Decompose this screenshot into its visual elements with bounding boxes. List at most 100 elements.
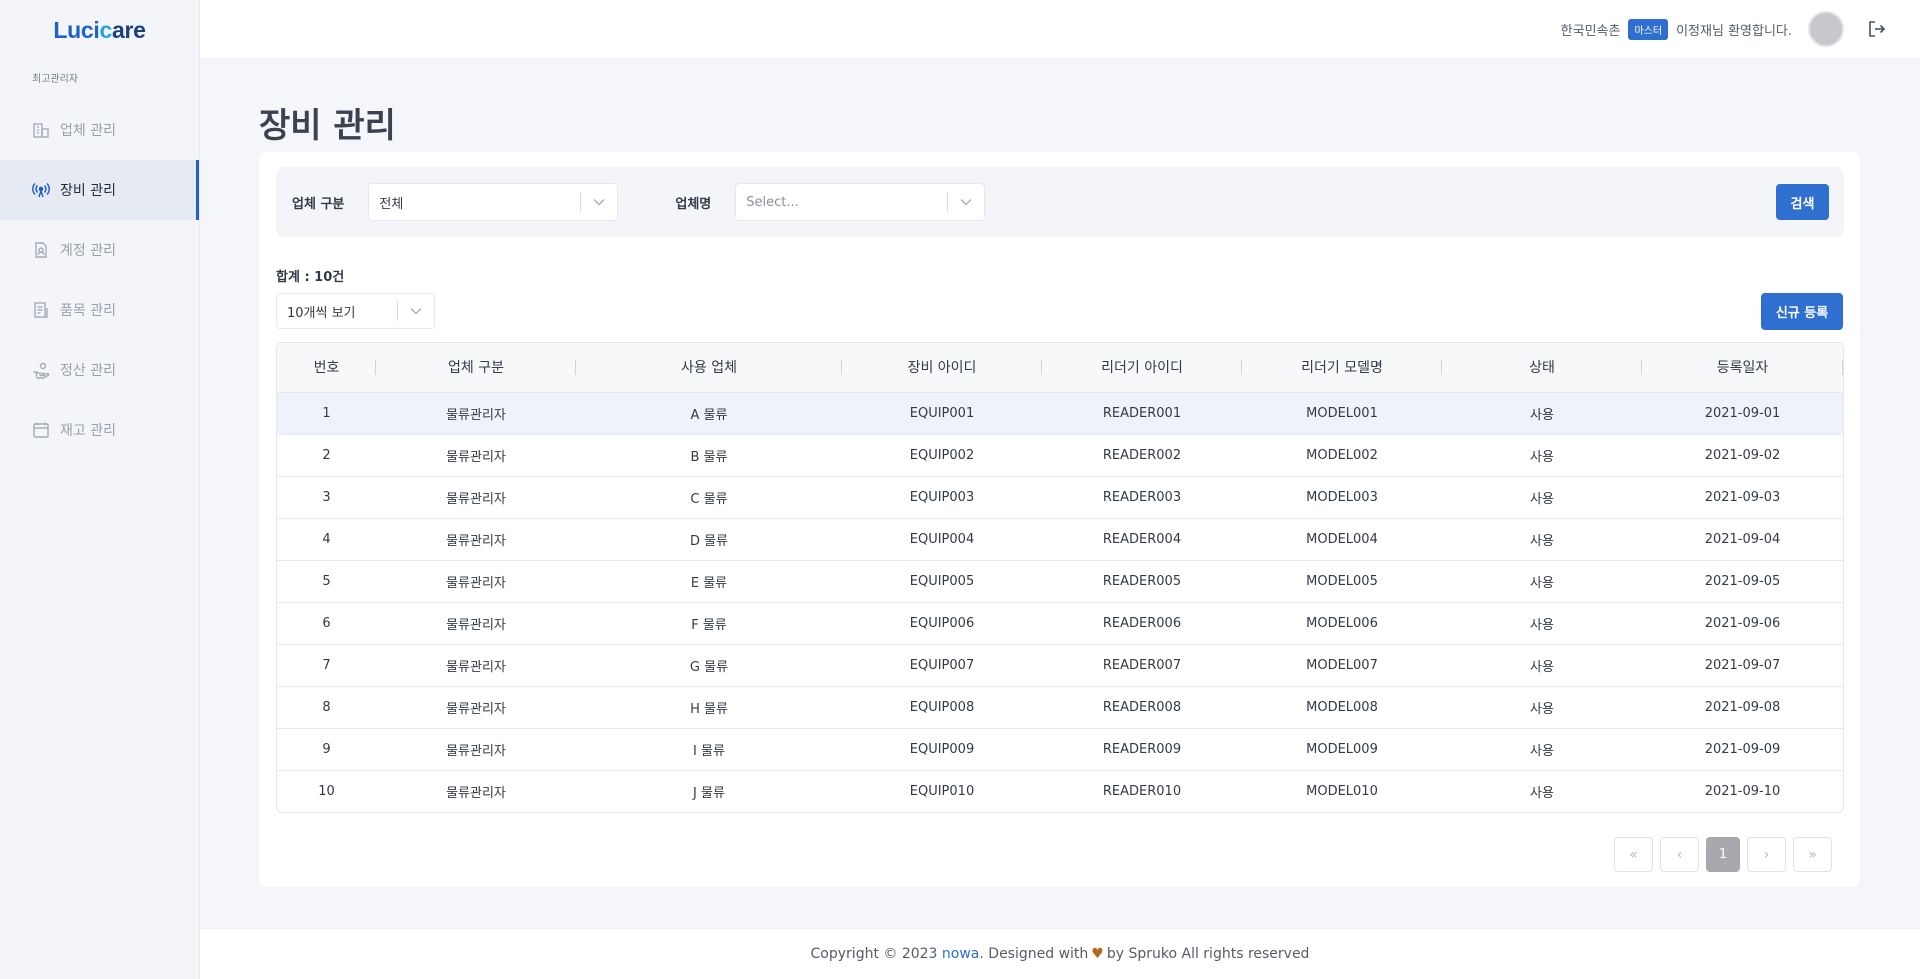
search-button[interactable]: 검색 xyxy=(1776,184,1829,220)
footer-credit: by Spruko All rights reserved xyxy=(1106,946,1310,962)
company-name-select[interactable]: Select... xyxy=(735,183,986,221)
inventory-icon xyxy=(32,421,50,439)
page-button-current[interactable]: 1 xyxy=(1706,837,1740,872)
table-row[interactable]: 9 물류관리자 I 물류 EQUIP009 READER009 MODEL009 사용 202… xyxy=(277,728,1843,770)
equipment-table: 번호 업체 구분 사용 업체 장비 아이디 리더기 아이디 리더기 모델명 상태… xyxy=(276,342,1844,813)
table-cell: 7 xyxy=(322,657,331,673)
column-header-label: 리더기 아이디 xyxy=(1101,360,1183,377)
column-header[interactable]: 사용 업체 xyxy=(576,343,842,393)
table-cell: 물류관리자 xyxy=(446,491,506,507)
table-cell: READER004 xyxy=(1102,531,1182,547)
table-row[interactable]: 8 물류관리자 H 물류 EQUIP008 READER008 MODEL008 사용 202… xyxy=(277,686,1843,728)
table-row[interactable]: 5 물류관리자 E 물류 EQUIP005 READER005 MODEL005 사용 202… xyxy=(277,560,1843,602)
sidebar-item-account[interactable]: 계정 관리 xyxy=(0,220,199,280)
chevron-down-icon[interactable] xyxy=(581,198,617,206)
document-icon xyxy=(32,301,50,319)
table-cell: 2021-09-10 xyxy=(1704,783,1781,799)
table-cell: 물류관리자 xyxy=(446,743,506,759)
table-row[interactable]: 4 물류관리자 D 물류 EQUIP004 READER004 MODEL004 사용 202… xyxy=(277,518,1843,560)
sidebar-item-company[interactable]: 업체 관리 xyxy=(0,100,199,160)
table-cell: 사용 xyxy=(1530,659,1554,675)
logout-icon[interactable] xyxy=(1866,18,1888,40)
pagination: « ‹ 1 › » xyxy=(1614,837,1832,872)
table-cell: 사용 xyxy=(1530,491,1554,507)
chevron-down-icon[interactable] xyxy=(398,307,434,315)
column-header[interactable]: 등록일자 xyxy=(1642,343,1843,393)
filter-panel: 업체 구분 전체 업체명 Select... 검색 xyxy=(276,167,1844,237)
heart-icon: ♥ xyxy=(1091,946,1104,962)
per-page-select[interactable]: 10개씩 보기 xyxy=(276,293,435,329)
sidebar-item-label: 품목 관리 xyxy=(60,303,116,319)
table-cell: 사용 xyxy=(1530,575,1554,591)
first-page-button[interactable]: « xyxy=(1614,837,1653,872)
welcome-message: 이정재님 환영합니다. xyxy=(1676,23,1792,39)
table-cell: EQUIP002 xyxy=(909,447,975,463)
table-cell: MODEL005 xyxy=(1306,573,1378,589)
avatar[interactable] xyxy=(1808,11,1844,47)
table-cell: READER010 xyxy=(1102,783,1182,799)
per-page-value: 10개씩 보기 xyxy=(287,305,356,321)
column-header[interactable]: 장비 아이디 xyxy=(842,343,1042,393)
prev-page-button[interactable]: ‹ xyxy=(1660,837,1699,872)
table-cell: 사용 xyxy=(1530,533,1554,549)
sidebar: Luci c are 최고관리자 업체 관리 장비 관리 계정 관리 품목 관리 정… xyxy=(0,0,200,979)
table-row[interactable]: 7 물류관리자 G 물류 EQUIP007 READER007 MODEL007 사용 202… xyxy=(277,644,1843,686)
column-header[interactable]: 업체 구분 xyxy=(376,343,576,393)
table-cell: READER002 xyxy=(1102,447,1182,463)
table-cell: A 물류 xyxy=(690,407,728,423)
table-cell: I 물류 xyxy=(693,743,725,759)
table-cell: 2021-09-09 xyxy=(1704,741,1781,757)
top-header: 한국민속촌 마스터 이정재님 환영합니다. xyxy=(200,0,1920,59)
column-header[interactable]: 리더기 아이디 xyxy=(1042,343,1242,393)
footer-link[interactable]: nowa xyxy=(942,946,979,962)
table-cell: F 물류 xyxy=(691,617,727,633)
last-page-button[interactable]: » xyxy=(1793,837,1832,872)
company-name-label: 업체명 xyxy=(675,196,712,212)
table-cell: READER006 xyxy=(1102,615,1182,631)
column-header[interactable]: 번호 xyxy=(277,343,376,393)
table-cell: EQUIP005 xyxy=(909,573,975,589)
new-register-button[interactable]: 신규 등록 xyxy=(1761,293,1843,330)
sidebar-item-product[interactable]: 품목 관리 xyxy=(0,280,199,340)
brand-logo-part1: Luci xyxy=(53,16,100,43)
table-cell: 물류관리자 xyxy=(446,533,506,549)
table-cell: 5 xyxy=(322,573,331,589)
table-cell: EQUIP004 xyxy=(909,531,975,547)
sidebar-item-equipment[interactable]: 장비 관리 xyxy=(0,160,199,220)
table-cell: EQUIP008 xyxy=(909,699,975,715)
table-cell: MODEL004 xyxy=(1306,531,1378,547)
sidebar-item-label: 재고 관리 xyxy=(60,423,116,439)
company-type-label: 업체 구분 xyxy=(292,196,345,212)
table-row[interactable]: 6 물류관리자 F 물류 EQUIP006 READER006 MODEL006 사용 202… xyxy=(277,602,1843,644)
table-cell: 2 xyxy=(322,447,331,463)
table-cell: 물류관리자 xyxy=(446,407,506,423)
table-cell: 사용 xyxy=(1530,785,1554,801)
table-cell: 사용 xyxy=(1530,449,1554,465)
table-row[interactable]: 10 물류관리자 J 물류 EQUIP010 READER010 MODEL010 사용 20… xyxy=(277,770,1843,812)
column-header[interactable]: 리더기 모델명 xyxy=(1242,343,1442,393)
sidebar-item-settlement[interactable]: 정산 관리 xyxy=(0,340,199,400)
table-cell: 2021-09-08 xyxy=(1704,699,1781,715)
table-cell: 2021-09-02 xyxy=(1704,447,1781,463)
company-type-select[interactable]: 전체 xyxy=(368,183,619,221)
column-header[interactable]: 상태 xyxy=(1442,343,1642,393)
table-cell: J 물류 xyxy=(693,785,725,801)
table-row[interactable]: 1 물류관리자 A 물류 EQUIP001 READER001 MODEL001 사용 202… xyxy=(277,392,1843,434)
table-cell: EQUIP009 xyxy=(909,741,975,757)
sidebar-item-inventory[interactable]: 재고 관리 xyxy=(0,400,199,460)
organization-name: 한국민속촌 xyxy=(1560,23,1621,39)
brand-logo-part3: are xyxy=(111,16,146,43)
role-badge: 마스터 xyxy=(1628,18,1669,40)
column-header-label: 리더기 모델명 xyxy=(1301,360,1383,377)
table-row[interactable]: 2 물류관리자 B 물류 EQUIP002 READER002 MODEL002 사용 202… xyxy=(277,434,1843,476)
table-cell: MODEL008 xyxy=(1306,699,1378,715)
chevron-down-icon[interactable] xyxy=(948,198,984,206)
table-cell: READER001 xyxy=(1102,405,1182,421)
table-row[interactable]: 3 물류관리자 C 물류 EQUIP003 READER003 MODEL003 사용 202… xyxy=(277,476,1843,518)
table-cell: 물류관리자 xyxy=(446,575,506,591)
table-cell: 2021-09-04 xyxy=(1704,531,1781,547)
next-page-button[interactable]: › xyxy=(1747,837,1786,872)
settlement-icon xyxy=(32,361,50,379)
table-cell: EQUIP007 xyxy=(909,657,975,673)
brand-logo[interactable]: Luci c are xyxy=(0,0,199,60)
